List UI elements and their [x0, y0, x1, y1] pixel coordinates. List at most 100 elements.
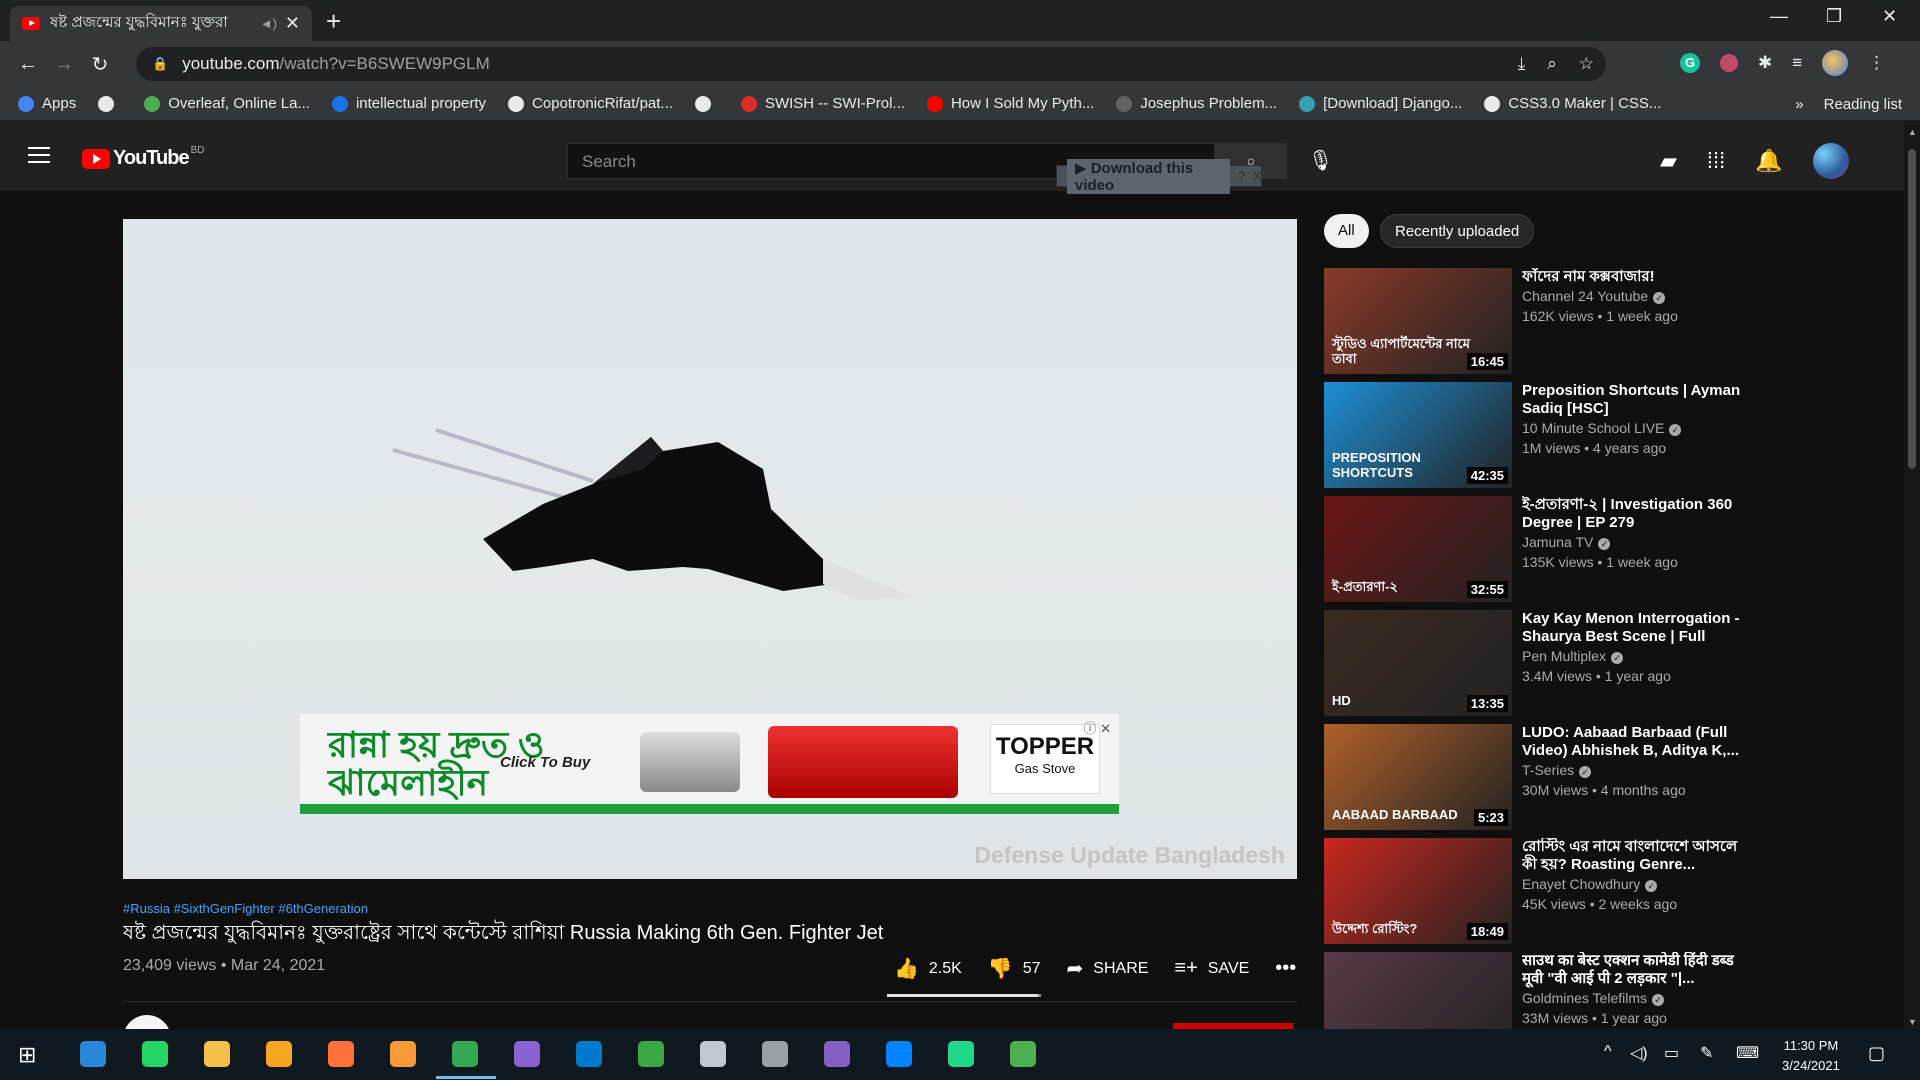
scrollbar-thumb[interactable] — [1908, 149, 1916, 469]
bookmark-item[interactable]: [Download] Django... — [1299, 95, 1462, 112]
related-video-item[interactable]: AABAAD BARBAAD 5:23 LUDO: Aabaad Barbaad (… — [1324, 724, 1764, 832]
firefox-icon[interactable] — [328, 1041, 354, 1067]
video-thumbnail[interactable]: HD 13:35 — [1324, 610, 1512, 716]
related-video-item[interactable]: উদ্দেশ্য রোস্টিং? 18:49 রোস্টিং এর নামে বা… — [1324, 838, 1764, 946]
chrome-icon[interactable] — [452, 1041, 478, 1067]
apps-grid-icon[interactable]: ⁞⁞⁞ — [1707, 148, 1725, 174]
related-video-title[interactable]: Kay Kay Menon Interrogation - Shaurya Be… — [1522, 610, 1752, 646]
scroll-down-arrow-icon[interactable]: ▼ — [1908, 1017, 1917, 1027]
related-video-title[interactable]: রোস্টিং এর নামে বাংলাদেশে আসলে কী হয়? R… — [1522, 838, 1752, 874]
more-bookmarks-button[interactable]: » — [1795, 96, 1803, 113]
bookmark-item[interactable]: intellectual property — [331, 95, 486, 112]
vscode-icon[interactable] — [576, 1041, 602, 1067]
related-video-item[interactable]: PREPOSITION SHORTCUTS 42:35 Preposition Sh… — [1324, 382, 1764, 490]
dislike-button[interactable]: 👎 57 — [988, 956, 1041, 981]
address-bar[interactable]: 🔒 youtube.com/watch?v=B6SWEW9PGLM ⤓ ⌕ ☆ — [136, 47, 1606, 81]
search-icon[interactable] — [80, 1041, 106, 1067]
download-video-button[interactable]: ▶ Download this video — [1067, 158, 1231, 194]
video-thumbnail[interactable]: ই-প্রতারণা-২ 32:55 — [1324, 496, 1512, 602]
windows-start-icon[interactable]: ⊞ — [18, 1042, 36, 1068]
close-tab-icon[interactable]: ✕ — [285, 13, 300, 34]
kebab-menu-icon[interactable]: ⋮ — [1868, 53, 1885, 73]
profile-avatar[interactable] — [1822, 50, 1849, 76]
browser-tab[interactable]: ষষ্ট প্রজন্মের যুদ্ধবিমানঃ যুক্তরা ◄) ✕ — [10, 6, 312, 41]
share-button[interactable]: ➦ SHARE — [1067, 956, 1149, 981]
explorer-icon[interactable] — [204, 1041, 230, 1067]
pen-icon[interactable]: ✎ — [1700, 1043, 1713, 1063]
video-thumbnail[interactable]: স্টুডিও এ্যাপার্টমেন্টের নামে তাবা 16:45 — [1324, 268, 1512, 374]
app-satellite-icon[interactable] — [762, 1041, 788, 1067]
chip-recently-uploaded[interactable]: Recently uploaded — [1380, 214, 1535, 248]
create-video-icon[interactable]: ▰ — [1660, 148, 1677, 174]
video-thumbnail[interactable]: AABAAD BARBAAD 5:23 — [1324, 724, 1512, 830]
bookmark-item[interactable]: Overleaf, Online La... — [144, 95, 310, 112]
related-video-title[interactable]: Preposition Shortcuts | Ayman Sadiq [HSC… — [1522, 382, 1752, 418]
related-video-item[interactable]: HD 13:35 Kay Kay Menon Interrogation - Sha… — [1324, 610, 1764, 718]
install-icon[interactable]: ⤓ — [1518, 54, 1526, 74]
ad-close-button[interactable]: ⓘ ✕ — [1083, 718, 1111, 737]
related-video-title[interactable]: ফাঁদের নাম কক্সবাজার! — [1522, 268, 1752, 286]
github-icon[interactable] — [514, 1041, 540, 1067]
extension-icon[interactable] — [1720, 54, 1738, 72]
related-video-channel[interactable]: Pen Multiplex ✓ — [1522, 648, 1624, 664]
app-sheet-icon[interactable] — [1010, 1041, 1036, 1067]
pycharm-icon[interactable] — [948, 1041, 974, 1067]
visual-studio-icon[interactable] — [824, 1041, 850, 1067]
download-close-button[interactable]: X — [1253, 169, 1261, 183]
account-avatar[interactable] — [1812, 143, 1849, 179]
related-video-item[interactable]: ই-প্রতারণা-২ 32:55 ই-প্রতারণা-২ | Investig… — [1324, 496, 1764, 604]
notifications-icon[interactable]: ▢ — [1868, 1043, 1885, 1064]
page-scrollbar[interactable]: ▲ ▼ — [1904, 121, 1920, 1029]
forward-arrow-icon[interactable]: → — [46, 53, 82, 76]
save-button[interactable]: ≡+ SAVE — [1174, 957, 1249, 980]
related-video-title[interactable]: साउथ का बेस्ट एक्शन कामेडी हिंदी डब्ड मू… — [1522, 952, 1752, 988]
grammarly-icon[interactable]: G — [1680, 53, 1700, 73]
app-yellow-icon[interactable] — [266, 1041, 292, 1067]
restore-icon[interactable]: ❐ — [1826, 6, 1842, 27]
zoom-icon[interactable]: ⌕ — [1547, 54, 1557, 74]
related-video-channel[interactable]: Channel 24 Youtube ✓ — [1522, 288, 1666, 304]
minimize-icon[interactable]: — — [1770, 6, 1788, 27]
volume-icon[interactable]: ◁) — [1630, 1043, 1648, 1063]
bookmark-item[interactable]: CopotronicRifat/pat... — [508, 95, 673, 112]
window-close-icon[interactable]: ✕ — [1882, 6, 1897, 27]
app-green-icon[interactable] — [638, 1041, 664, 1067]
back-arrow-icon[interactable]: ← — [10, 53, 46, 76]
download-help-button[interactable]: ? — [1238, 169, 1245, 183]
like-button[interactable]: 👍 2.5K — [894, 956, 962, 981]
related-video-title[interactable]: ই-প্রতারণা-২ | Investigation 360 Degree … — [1522, 496, 1752, 532]
app-blue-icon[interactable] — [700, 1041, 726, 1067]
related-video-channel[interactable]: Jamuna TV ✓ — [1522, 534, 1611, 550]
notifications-bell-icon[interactable]: 🔔 — [1755, 148, 1782, 174]
bookmark-item[interactable]: Josephus Problem... — [1116, 95, 1277, 112]
taskbar-clock[interactable]: 11:30 PM 3/24/2021 — [1782, 1036, 1840, 1076]
media-control-icon[interactable]: ≡ — [1792, 53, 1802, 73]
keyboard-icon[interactable]: ⌨ — [1736, 1043, 1759, 1063]
network-icon[interactable]: ▭ — [1664, 1043, 1679, 1063]
video-hashtags[interactable]: #Russia #SixthGenFighter #6thGeneration — [123, 901, 368, 916]
reading-list-button[interactable]: Reading list — [1824, 96, 1902, 113]
lock-icon[interactable]: 🔒 — [152, 56, 168, 72]
reload-icon[interactable]: ↻ — [82, 52, 118, 77]
chip-all[interactable]: All — [1324, 214, 1369, 248]
video-thumbnail[interactable]: উদ্দেশ্য রোস্টিং? 18:49 — [1324, 838, 1512, 944]
video-thumbnail[interactable]: PREPOSITION SHORTCUTS 42:35 — [1324, 382, 1512, 488]
microphone-icon[interactable]: 🎙 — [1308, 148, 1333, 173]
messenger-icon[interactable] — [886, 1041, 912, 1067]
scroll-up-arrow-icon[interactable]: ▲ — [1908, 127, 1917, 137]
speaker-icon[interactable]: ◄) — [260, 16, 277, 31]
bookmark-item[interactable] — [694, 95, 719, 112]
ad-cta[interactable]: Click To Buy — [500, 754, 590, 771]
tray-chevron-icon[interactable]: ^ — [1604, 1043, 1612, 1061]
video-overlay-ad[interactable]: রান্না হয় দ্রুত ও ঝামেলাহীন Click To Buy… — [300, 714, 1119, 814]
more-actions-icon[interactable]: ••• — [1275, 957, 1306, 980]
related-video-channel[interactable]: T-Series ✓ — [1522, 762, 1592, 778]
app-orange-icon[interactable] — [390, 1041, 416, 1067]
bookmark-item[interactable] — [98, 95, 122, 112]
bookmark-item[interactable]: CSS3.0 Maker | CSS... — [1484, 95, 1661, 112]
related-video-channel[interactable]: 10 Minute School LIVE ✓ — [1522, 420, 1682, 436]
bookmark-item[interactable]: How I Sold My Pyth... — [926, 95, 1094, 112]
bookmark-item[interactable]: Apps — [18, 95, 76, 112]
new-tab-button[interactable]: + — [326, 6, 341, 37]
bookmark-star-icon[interactable]: ☆ — [1579, 54, 1594, 74]
